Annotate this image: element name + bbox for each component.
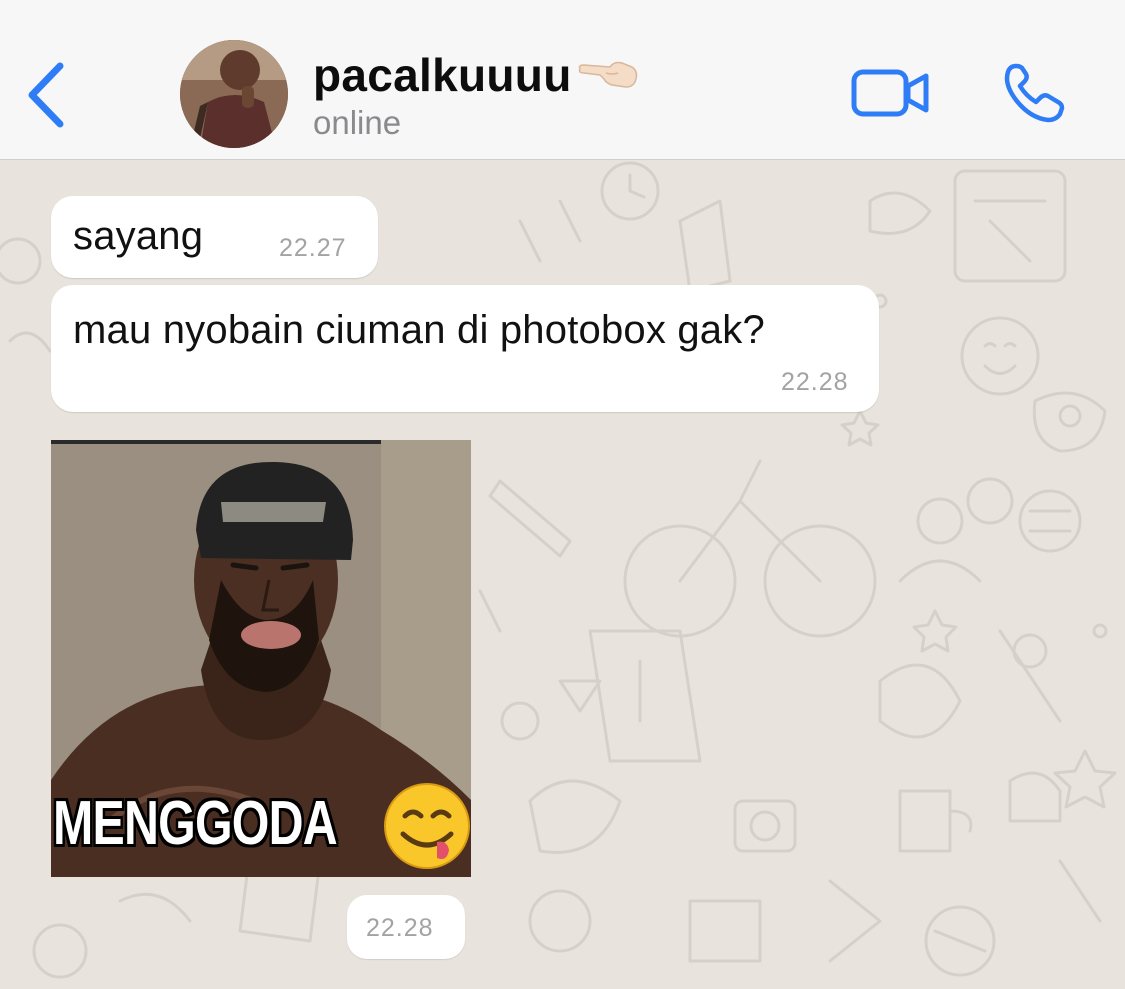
message-timestamp: 22.28: [366, 914, 434, 942]
back-button[interactable]: [22, 58, 72, 132]
contact-name-text: pacalkuuuu: [313, 49, 572, 101]
video-camera-icon: [851, 69, 929, 117]
sticker-timestamp-pill: 22.28: [347, 895, 465, 959]
phone-icon: [1004, 63, 1065, 123]
voice-call-button[interactable]: [1002, 62, 1068, 124]
face-savoring-food-emoji: [384, 783, 470, 869]
chat-header: pacalkuuuu online: [0, 0, 1125, 160]
presence-status: online: [313, 104, 402, 141]
sticker-image[interactable]: MENGGODA: [51, 440, 471, 877]
message-timestamp: 22.28: [781, 368, 849, 396]
sticker-caption: MENGGODA: [53, 789, 338, 858]
message-text: sayang: [73, 214, 204, 258]
message-text: mau nyobain ciuman di photobox gak?: [73, 308, 765, 352]
message-bubble[interactable]: mau nyobain ciuman di photobox gak? 22.2…: [51, 285, 879, 412]
message-timestamp: 22.27: [279, 234, 347, 262]
pointing-left-hand-emoji: [576, 52, 640, 106]
video-call-button[interactable]: [850, 66, 932, 120]
contact-name[interactable]: pacalkuuuu: [313, 48, 640, 106]
chat-area[interactable]: sayang 22.27 mau nyobain ciuman di photo…: [0, 161, 1125, 989]
chevron-left-icon: [28, 62, 64, 128]
message-bubble[interactable]: sayang 22.27: [51, 196, 378, 278]
avatar[interactable]: [180, 40, 288, 148]
